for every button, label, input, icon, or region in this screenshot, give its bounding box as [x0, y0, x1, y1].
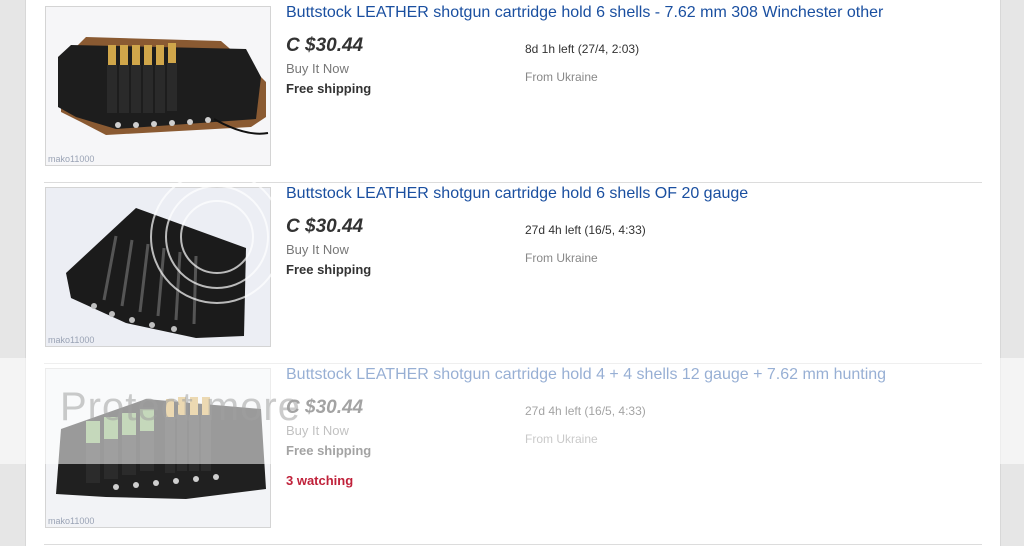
- listing-item: mako11000 Buttstock LEATHER shotgun cart…: [44, 181, 982, 364]
- listing-location: From Ukraine: [525, 432, 598, 446]
- listing-shipping: Free shipping: [286, 262, 372, 277]
- listing-title-link[interactable]: Buttstock LEATHER shotgun cartridge hold…: [286, 4, 883, 22]
- listing-time-left: 8d 1h left (27/4, 2:03): [525, 42, 640, 56]
- listing-item: mako11000 Buttstock LEATHER shotgun cart…: [44, 362, 982, 545]
- thumbnail-watermark: mako11000: [48, 516, 95, 526]
- listing-time-left: 27d 4h left (16/5, 4:33): [525, 223, 646, 237]
- listing-shipping: Free shipping: [286, 443, 372, 458]
- listing-title-link[interactable]: Buttstock LEATHER shotgun cartridge hold…: [286, 366, 886, 384]
- listing-shipping: Free shipping: [286, 81, 372, 96]
- listing-location: From Ukraine: [525, 70, 598, 84]
- listing-thumbnail[interactable]: mako11000: [45, 368, 271, 528]
- results-panel: mako11000 Buttstock LEATHER shotgun cart…: [25, 0, 1001, 546]
- listing-format: Buy It Now: [286, 242, 349, 257]
- listing-time-left: 27d 4h left (16/5, 4:33): [525, 404, 646, 418]
- listing-item: mako11000 Buttstock LEATHER shotgun cart…: [44, 0, 982, 183]
- listing-location: From Ukraine: [525, 251, 598, 265]
- listing-format: Buy It Now: [286, 423, 349, 438]
- listing-price: C $30.44: [286, 35, 364, 56]
- listing-title-link[interactable]: Buttstock LEATHER shotgun cartridge hold…: [286, 185, 748, 203]
- thumbnail-watermark: mako11000: [48, 154, 95, 164]
- listing-thumbnail[interactable]: mako11000: [45, 187, 271, 347]
- thumbnail-watermark: mako11000: [48, 335, 95, 345]
- listing-thumbnail[interactable]: mako11000: [45, 6, 271, 166]
- listing-price: C $30.44: [286, 216, 364, 237]
- listing-price: C $30.44: [286, 397, 364, 418]
- listing-format: Buy It Now: [286, 61, 349, 76]
- listing-watchers: 3 watching: [286, 473, 354, 488]
